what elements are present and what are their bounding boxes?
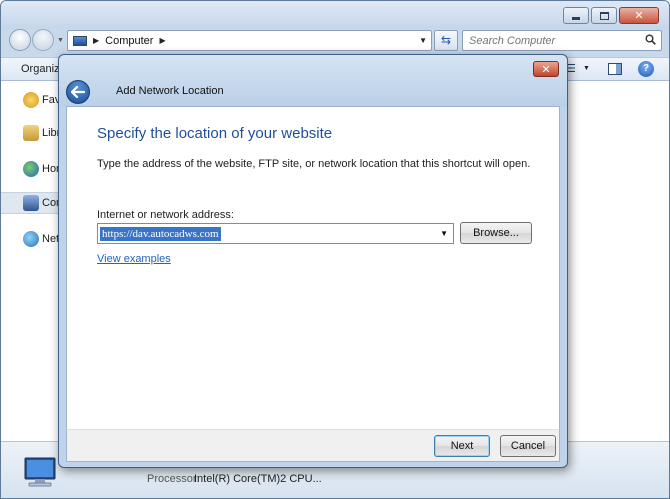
forward-button[interactable] — [32, 29, 54, 51]
sidebar-item-network[interactable]: Network — [1, 228, 65, 250]
close-button[interactable]: ✕ — [619, 7, 659, 24]
maximize-icon — [599, 11, 609, 20]
chevron-right-icon[interactable]: ▶ — [93, 36, 99, 45]
dialog-body: Specify the location of your website Typ… — [66, 106, 560, 429]
add-network-location-dialog: ✕ Add Network Location Specify the locat… — [58, 54, 568, 468]
sidebar-item-computer[interactable]: Computer — [1, 192, 65, 214]
library-icon — [23, 125, 39, 141]
address-input-value[interactable]: https://dav.autocadws.com — [100, 226, 221, 241]
search-input[interactable] — [463, 31, 633, 50]
instruction-text: Type the address of the website, FTP sit… — [97, 158, 531, 170]
sidebar-item-libraries[interactable]: Libraries — [1, 122, 65, 144]
window-controls: ✕ — [563, 7, 659, 24]
navigation-pane: Favorites Libraries Homegroup Computer N… — [1, 81, 65, 441]
dialog-close-button[interactable]: ✕ — [533, 61, 559, 77]
address-field-label: Internet or network address: — [97, 209, 234, 221]
search-box[interactable] — [462, 30, 662, 51]
network-icon — [23, 231, 39, 247]
computer-icon — [23, 195, 39, 211]
help-icon[interactable]: ? — [638, 61, 654, 77]
computer-icon — [73, 35, 87, 46]
star-icon — [23, 92, 39, 108]
chevron-down-icon[interactable]: ▼ — [440, 229, 448, 238]
next-button[interactable]: Next — [434, 435, 490, 457]
view-dropdown-icon[interactable]: ▼ — [583, 65, 590, 72]
back-button[interactable] — [66, 80, 90, 104]
address-dropdown-icon[interactable]: ▼ — [419, 36, 427, 45]
preview-pane-button[interactable] — [608, 63, 622, 75]
computer-icon — [24, 457, 56, 487]
dialog-titlebar: ✕ Add Network Location — [59, 55, 567, 107]
explorer-titlebar: ✕ — [1, 1, 669, 29]
sidebar-item-favorites[interactable]: Favorites — [1, 89, 65, 111]
page-heading: Specify the location of your website — [97, 125, 333, 142]
address-bar[interactable]: ▶ Computer ▶ ▼ — [67, 30, 432, 51]
minimize-icon — [572, 16, 580, 20]
processor-label: Processor: — [147, 473, 200, 485]
maximize-button[interactable] — [591, 7, 617, 24]
organize-button[interactable]: Organiz — [21, 63, 60, 75]
back-arrow-icon — [71, 86, 85, 98]
address-bar-row: ▼ ▶ Computer ▶ ▼ ⇆ — [1, 27, 669, 55]
close-icon: ✕ — [634, 9, 644, 22]
address-combobox[interactable]: https://dav.autocadws.com ▼ — [97, 223, 454, 244]
browse-button[interactable]: Browse... — [460, 222, 532, 244]
chevron-right-icon[interactable]: ▶ — [159, 36, 165, 45]
search-icon[interactable] — [645, 34, 656, 45]
processor-value: Intel(R) Core(TM)2 CPU... — [194, 473, 322, 485]
refresh-button[interactable]: ⇆ — [434, 30, 458, 51]
dialog-footer: Next Cancel — [66, 429, 560, 462]
breadcrumb-computer[interactable]: Computer — [105, 35, 153, 47]
cancel-button[interactable]: Cancel — [500, 435, 556, 457]
sidebar-item-homegroup[interactable]: Homegroup — [1, 158, 65, 180]
recent-pages-dropdown-icon[interactable]: ▼ — [57, 37, 64, 44]
close-icon: ✕ — [541, 62, 551, 76]
dialog-title: Add Network Location — [116, 85, 224, 97]
minimize-button[interactable] — [563, 7, 589, 24]
back-button[interactable] — [9, 29, 31, 51]
refresh-icon: ⇆ — [440, 33, 452, 47]
homegroup-icon — [23, 161, 39, 177]
view-examples-link[interactable]: View examples — [97, 253, 171, 265]
